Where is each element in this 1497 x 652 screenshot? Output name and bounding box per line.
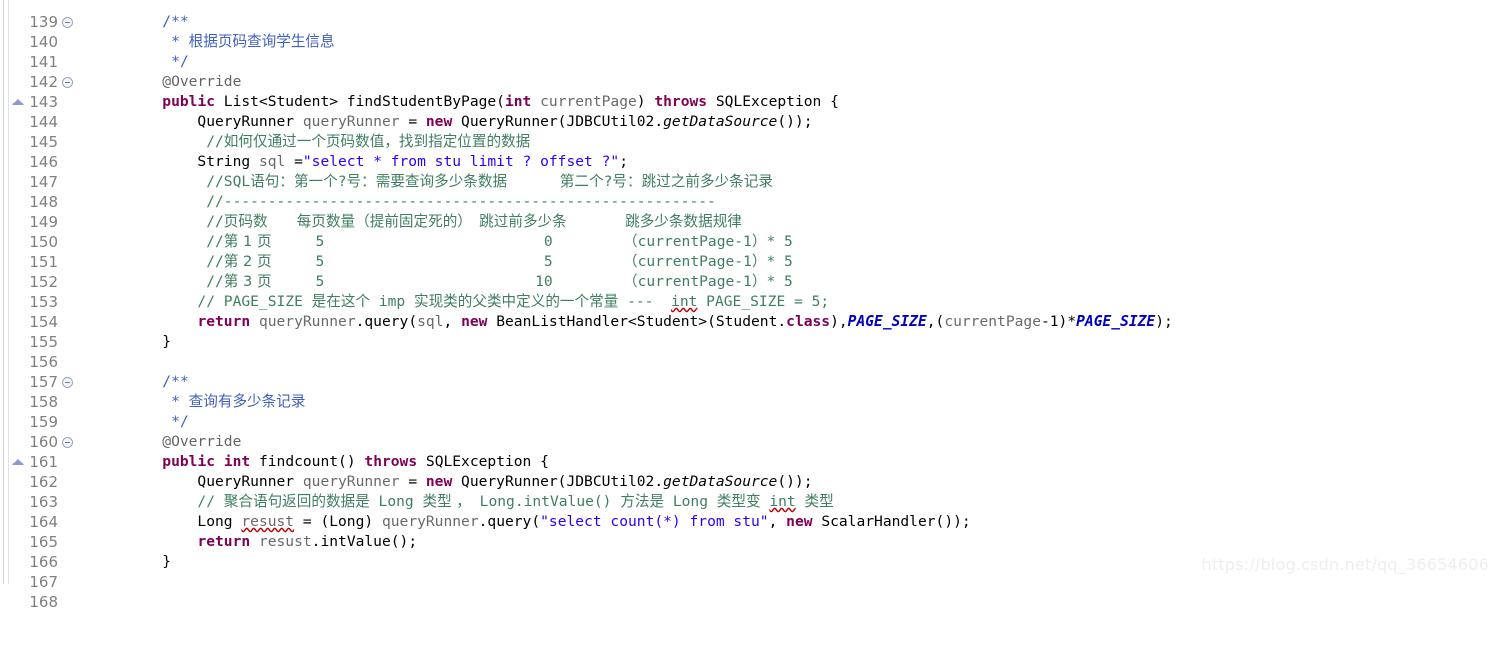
- code-line[interactable]: 147 String sql ="select * from stu limit…: [0, 152, 1497, 191]
- code-text: QueryRunner queryRunner = new QueryRunne…: [92, 113, 813, 130]
- code-line[interactable]: 166 return resust.intValue();: [0, 532, 1497, 571]
- code-line[interactable]: 140 /**: [0, 12, 1497, 51]
- code-lines: 139 140 /** 141 * 根据页码查询学生信息 142 */ 143: [0, 0, 1497, 611]
- fold-collapse-icon[interactable]: [62, 77, 73, 88]
- code-line[interactable]: 157: [0, 352, 1497, 391]
- code-line[interactable]: 152 //第 2 页 5 5 （currentPage-1）* 5: [0, 252, 1497, 291]
- code-text: //第 1 页 5 0 （currentPage-1）* 5: [92, 233, 793, 250]
- code-line[interactable]: 144 public List<Student> findStudentByPa…: [0, 92, 1497, 131]
- code-line[interactable]: 150 //页码数 每页数量（提前固定死的） 跳过前多少条 跳多少条数据规律: [0, 212, 1497, 251]
- fold-collapse-icon[interactable]: [62, 17, 73, 28]
- code-line[interactable]: 162 public int findcount() throws SQLExc…: [0, 452, 1497, 491]
- code-text: }: [92, 553, 172, 570]
- code-line[interactable]: 139: [0, 0, 1497, 31]
- code-line[interactable]: 142 */: [0, 52, 1497, 91]
- fold-collapse-icon[interactable]: [62, 377, 73, 388]
- code-line[interactable]: 141 * 根据页码查询学生信息: [0, 32, 1497, 71]
- code-text: //第 2 页 5 5 （currentPage-1）* 5: [92, 253, 793, 270]
- csdn-watermark: https://blog.csdn.net/qq_36654606: [1201, 555, 1489, 574]
- code-text: * 根据页码查询学生信息: [92, 33, 335, 50]
- code-text: return queryRunner.query(sql, new BeanLi…: [197, 313, 1173, 330]
- code-line[interactable]: 159 * 查询有多少条记录: [0, 392, 1497, 431]
- code-line[interactable]: 143 @Override: [0, 72, 1497, 111]
- code-text: /**: [92, 373, 189, 390]
- code-text: Long resust = (Long) queryRunner.query("…: [92, 513, 971, 530]
- code-text: // 聚合语句返回的数据是 Long 类型 ， Long.intValue() …: [92, 493, 834, 510]
- code-text: @Override: [92, 73, 242, 90]
- code-text: return resust.intValue();: [197, 533, 418, 550]
- code-text: //SQL语句：第一个?号：需要查询多少条数据 第二个?号：跳过之前多少条记录: [92, 173, 773, 190]
- code-text: public int findcount() throws SQLExcepti…: [162, 453, 549, 470]
- implements-method-icon[interactable]: [12, 459, 24, 465]
- code-line[interactable]: 158 /**: [0, 372, 1497, 411]
- code-line[interactable]: 153 //第 3 页 5 10 （currentPage-1）* 5: [0, 272, 1497, 311]
- code-line[interactable]: 164 // 聚合语句返回的数据是 Long 类型 ， Long.intValu…: [0, 492, 1497, 531]
- code-line[interactable]: 154 // PAGE_SIZE 是在这个 imp 实现类的父类中定义的一个常量…: [0, 292, 1497, 331]
- code-line[interactable]: 146 //如何仅通过一个页码数值，找到指定位置的数据: [0, 132, 1497, 171]
- code-line[interactable]: 155 return queryRunner.query(sql, new Be…: [0, 312, 1497, 351]
- code-line[interactable]: 161 @Override: [0, 432, 1497, 471]
- code-line[interactable]: 151 //第 1 页 5 0 （currentPage-1）* 5: [0, 232, 1497, 271]
- code-line[interactable]: 168: [0, 572, 1497, 611]
- code-text: /**: [92, 13, 189, 30]
- code-line[interactable]: 165 Long resust = (Long) queryRunner.que…: [0, 512, 1497, 551]
- code-line[interactable]: 149 //----------------------------------…: [0, 192, 1497, 231]
- line-number: 168: [29, 593, 58, 611]
- code-text: //第 3 页 5 10 （currentPage-1）* 5: [92, 273, 793, 290]
- code-line[interactable]: 160 */: [0, 412, 1497, 451]
- code-text: // PAGE_SIZE 是在这个 imp 实现类的父类中定义的一个常量 ---…: [92, 293, 830, 310]
- code-text: @Override: [92, 433, 242, 450]
- code-text: QueryRunner queryRunner = new QueryRunne…: [92, 473, 813, 490]
- code-text: //页码数 每页数量（提前固定死的） 跳过前多少条 跳多少条数据规律: [92, 213, 742, 230]
- code-text: //--------------------------------------…: [92, 193, 716, 210]
- code-line[interactable]: 163 QueryRunner queryRunner = new QueryR…: [0, 472, 1497, 511]
- implements-method-icon[interactable]: [12, 99, 24, 105]
- code-text: }: [92, 333, 172, 350]
- code-line[interactable]: 148 //SQL语句：第一个?号：需要查询多少条数据 第二个?号：跳过之前多少…: [0, 172, 1497, 211]
- code-text: //如何仅通过一个页码数值，找到指定位置的数据: [92, 133, 531, 150]
- code-editor-viewport[interactable]: 139 140 /** 141 * 根据页码查询学生信息 142 */ 143: [0, 0, 1497, 611]
- code-line[interactable]: 156 }: [0, 332, 1497, 371]
- fold-collapse-icon[interactable]: [62, 437, 73, 448]
- code-text: */: [92, 413, 189, 430]
- code-text: public List<Student> findStudentByPage(i…: [162, 93, 839, 110]
- code-text: */: [92, 53, 189, 70]
- code-line[interactable]: 145 QueryRunner queryRunner = new QueryR…: [0, 112, 1497, 151]
- code-text: * 查询有多少条记录: [92, 393, 306, 410]
- code-text: String sql ="select * from stu limit ? o…: [92, 153, 628, 170]
